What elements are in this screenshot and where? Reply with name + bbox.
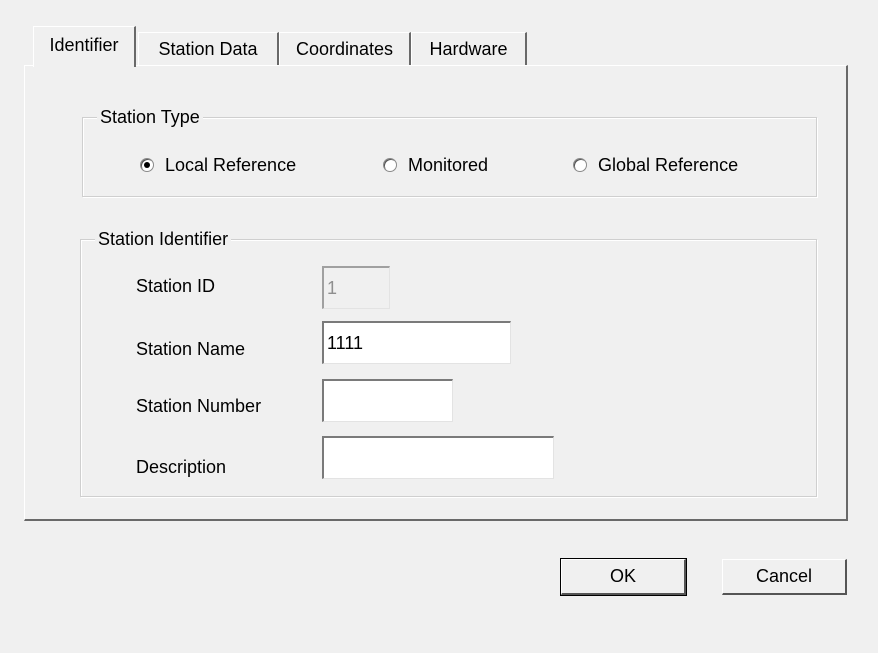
- station-type-label: Station Type: [97, 105, 203, 129]
- description-label: Description: [136, 457, 227, 477]
- station-type-group: Station Type Local Reference Monitored G…: [82, 105, 817, 197]
- radio-local-reference-label: Local Reference: [165, 154, 297, 175]
- ok-button[interactable]: OK: [560, 558, 687, 596]
- station-identifier-group: Station Identifier Station ID Station Na…: [80, 227, 817, 497]
- station-id-label: Station ID: [136, 276, 216, 296]
- tab-station-data[interactable]: Station Data: [138, 32, 279, 65]
- station-properties-dialog: Identifier Station Data Coordinates Hard…: [0, 0, 878, 653]
- station-identifier-label: Station Identifier: [95, 227, 232, 251]
- cancel-button[interactable]: Cancel: [722, 559, 847, 595]
- radio-monitored[interactable]: Monitored: [383, 153, 488, 177]
- radio-global-reference-label: Global Reference: [598, 154, 739, 175]
- station-name-field[interactable]: [322, 321, 511, 364]
- radio-checked-icon: [140, 158, 154, 172]
- radio-unchecked-icon: [573, 158, 587, 172]
- station-number-field[interactable]: [322, 379, 453, 422]
- radio-global-reference[interactable]: Global Reference: [573, 153, 738, 177]
- station-name-label: Station Name: [136, 339, 246, 359]
- tab-panel-identifier: Station Type Local Reference Monitored G…: [24, 65, 848, 521]
- tab-hardware[interactable]: Hardware: [411, 32, 527, 65]
- radio-monitored-label: Monitored: [408, 154, 489, 175]
- radio-local-reference[interactable]: Local Reference: [140, 153, 296, 177]
- tab-coordinates[interactable]: Coordinates: [279, 32, 411, 65]
- radio-unchecked-icon: [383, 158, 397, 172]
- station-id-field: [322, 266, 390, 309]
- tab-identifier[interactable]: Identifier: [33, 26, 136, 67]
- description-field[interactable]: [322, 436, 554, 479]
- station-number-label: Station Number: [136, 396, 262, 416]
